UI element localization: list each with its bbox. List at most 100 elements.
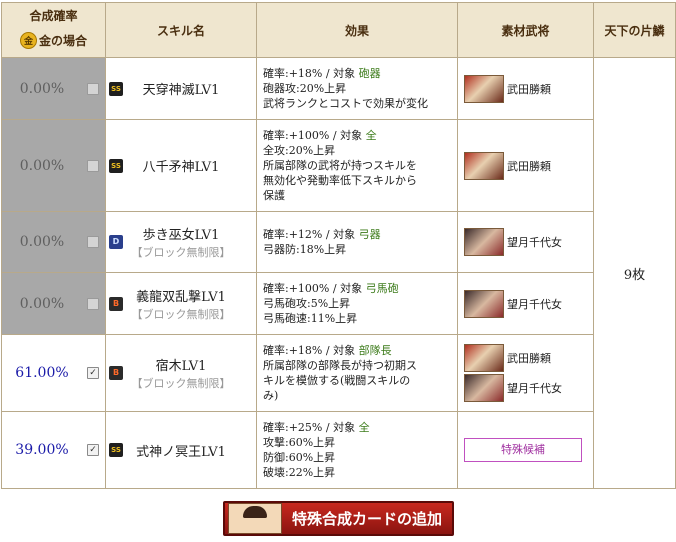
material-item[interactable]: 望月千代女 <box>464 228 587 256</box>
rate-cell: 0.00% <box>1 211 106 273</box>
check-mark-icon: ✓ <box>89 368 97 378</box>
effect-line: 防御:60%上昇 <box>263 450 451 465</box>
gold-coin-icon: 金 <box>19 32 37 49</box>
effect-target: 全 <box>365 129 377 142</box>
effect-target: 弓馬砲 <box>365 282 399 295</box>
effect-text: 武将ランクとコストで効果が変化 <box>263 97 428 110</box>
cost-cell: 9枚 <box>593 57 676 489</box>
effect-line: 確率:+100% / 対象 弓馬砲 <box>263 281 451 296</box>
effect-text: 所属部隊の武将が持つスキルを <box>263 159 417 172</box>
effect-cell: 確率:+100% / 対象 弓馬砲 弓馬砲攻:5%上昇 弓馬砲速:11%上昇 <box>256 272 458 335</box>
effect-line: 弓馬砲攻:5%上昇 <box>263 296 451 311</box>
skill-name: 八千矛神LV1 <box>142 160 220 175</box>
effect-text: 全攻:20%上昇 <box>263 144 336 157</box>
rate-value: 0.00% <box>19 234 65 250</box>
check-mark-icon: ✓ <box>89 445 97 455</box>
effect-text: 砲器攻:20%上昇 <box>263 82 347 95</box>
material-item[interactable]: 武田勝頼 <box>464 151 587 180</box>
rank-ss-icon: SS <box>109 158 123 173</box>
effect-text: 確率:+12% / 対象 <box>263 228 359 241</box>
character-portrait-icon <box>228 503 282 534</box>
cost-value: 9枚 <box>623 267 646 283</box>
skill-name: 歩き巫女LV1 <box>142 228 220 243</box>
material-name: 武田勝頼 <box>507 159 551 173</box>
effect-line: 武将ランクとコストで効果が変化 <box>263 96 451 111</box>
effect-text: 無効化や発動率低下スキルから <box>263 174 417 187</box>
skill-cell: SS 天穿神滅LV1 <box>105 57 257 120</box>
effect-target: 砲器 <box>358 67 381 80</box>
special-candidate-button[interactable]: 特殊候補 <box>464 438 582 462</box>
rate-cell: 0.00% <box>1 119 106 212</box>
effect-cell: 確率:+100% / 対象 全全攻:20%上昇所属部隊の武将が持つスキルを 無効化… <box>256 119 458 212</box>
skill-name: 天穿神滅LV1 <box>142 83 220 98</box>
effect-target: 弓器 <box>358 228 381 241</box>
effect-line: キルを模倣する(戦闘スキルの <box>263 373 451 388</box>
effect-text: 確率:+100% / 対象 <box>263 282 366 295</box>
effect-line: 確率:+25% / 対象 全 <box>263 420 451 435</box>
effect-line: 全攻:20%上昇 <box>263 143 451 158</box>
effect-text: 確率:+25% / 対象 <box>263 421 359 434</box>
effect-text: 所属部隊の部隊長が持つ初期ス <box>263 359 417 372</box>
effect-text: 防御:60%上昇 <box>263 451 336 464</box>
general-portrait-icon <box>464 374 504 402</box>
header-effect: 効果 <box>256 2 458 58</box>
skill-cell: B 宿木LV1 【ブロック無制限】 <box>105 334 257 412</box>
general-portrait-icon <box>464 151 504 180</box>
select-checkbox[interactable] <box>87 297 99 310</box>
effect-text: 保護 <box>263 189 285 202</box>
rate-cell: 61.00% ✓ <box>1 334 106 412</box>
skill-synthesis-table: 合成確率 金 金の場合 スキル名 効果 素材武将 天下の片鱗 0.00% SS … <box>1 2 676 489</box>
select-checkbox[interactable] <box>87 82 99 95</box>
general-portrait-icon <box>464 344 504 372</box>
table-row: 0.00% D 歩き巫女LV1 【ブロック無制限】 確率:+12% / 対象 弓… <box>1 211 676 273</box>
rank-ss-icon: SS <box>109 81 123 96</box>
effect-line: 無効化や発動率低下スキルから <box>263 173 451 188</box>
material-item[interactable]: 武田勝頼 <box>464 74 587 103</box>
material-name: 望月千代女 <box>507 236 562 249</box>
effect-cell: 確率:+12% / 対象 弓器 弓器防:18%上昇 <box>256 211 458 273</box>
select-checkbox[interactable]: ✓ <box>87 444 99 456</box>
effect-target: 部隊長 <box>358 344 392 357</box>
block-unlimited-note: 【ブロック無制限】 <box>131 246 231 259</box>
skill-cell: D 歩き巫女LV1 【ブロック無制限】 <box>105 211 257 273</box>
effect-line: み) <box>263 388 451 403</box>
effect-target: 全 <box>358 421 370 434</box>
skill-cell: SS 式神ノ冥王LV1 <box>105 411 257 489</box>
effect-text: キルを模倣する(戦闘スキルの <box>263 374 411 387</box>
table-row: 61.00% ✓ B 宿木LV1 【ブロック無制限】 確率:+18% / 対象 … <box>1 334 676 412</box>
add-special-card-label: 特殊合成カードの追加 <box>291 510 442 528</box>
material-cell: 望月千代女 <box>457 272 594 335</box>
effect-line: 弓馬砲速:11%上昇 <box>263 311 451 326</box>
rate-value: 0.00% <box>19 295 65 312</box>
rank-d-icon: D <box>109 235 123 249</box>
header-gold-case: 金の場合 <box>38 34 87 48</box>
material-item[interactable]: 望月千代女 <box>464 374 587 402</box>
skill-name: 式神ノ冥王LV1 <box>136 444 226 460</box>
select-checkbox[interactable]: ✓ <box>87 367 99 379</box>
effect-text: 確率:+18% / 対象 <box>263 67 359 80</box>
header-skill: スキル名 <box>105 2 257 58</box>
material-name: 望月千代女 <box>507 382 562 395</box>
rate-value: 0.00% <box>19 80 65 97</box>
effect-line: 確率:+100% / 対象 全 <box>263 128 451 143</box>
rank-b-icon: B <box>109 296 123 311</box>
header-cost: 天下の片鱗 <box>593 2 676 58</box>
material-name: 望月千代女 <box>507 297 562 311</box>
add-special-card-button[interactable]: 特殊合成カードの追加 <box>223 501 454 536</box>
general-portrait-icon <box>464 289 504 318</box>
effect-line: 確率:+12% / 対象 弓器 <box>263 227 451 242</box>
skill-name: 義龍双乱撃LV1 <box>136 289 226 305</box>
block-unlimited-note: 【ブロック無制限】 <box>131 377 231 390</box>
rate-cell: 39.00% ✓ <box>1 411 106 489</box>
effect-text: 弓馬砲攻:5%上昇 <box>263 297 351 310</box>
general-portrait-icon <box>464 74 504 103</box>
select-checkbox[interactable] <box>87 236 99 248</box>
material-item[interactable]: 武田勝頼 <box>464 344 587 372</box>
select-checkbox[interactable] <box>87 159 99 172</box>
material-item[interactable]: 望月千代女 <box>464 289 587 318</box>
rate-cell: 0.00% <box>1 272 106 335</box>
table-row: 0.00% SS 八千矛神LV1 確率:+100% / 対象 全全攻:20%上昇… <box>1 119 676 212</box>
rank-b-icon: B <box>109 366 123 380</box>
effect-text: み) <box>263 389 279 402</box>
skill-cell: SS 八千矛神LV1 <box>105 119 257 212</box>
